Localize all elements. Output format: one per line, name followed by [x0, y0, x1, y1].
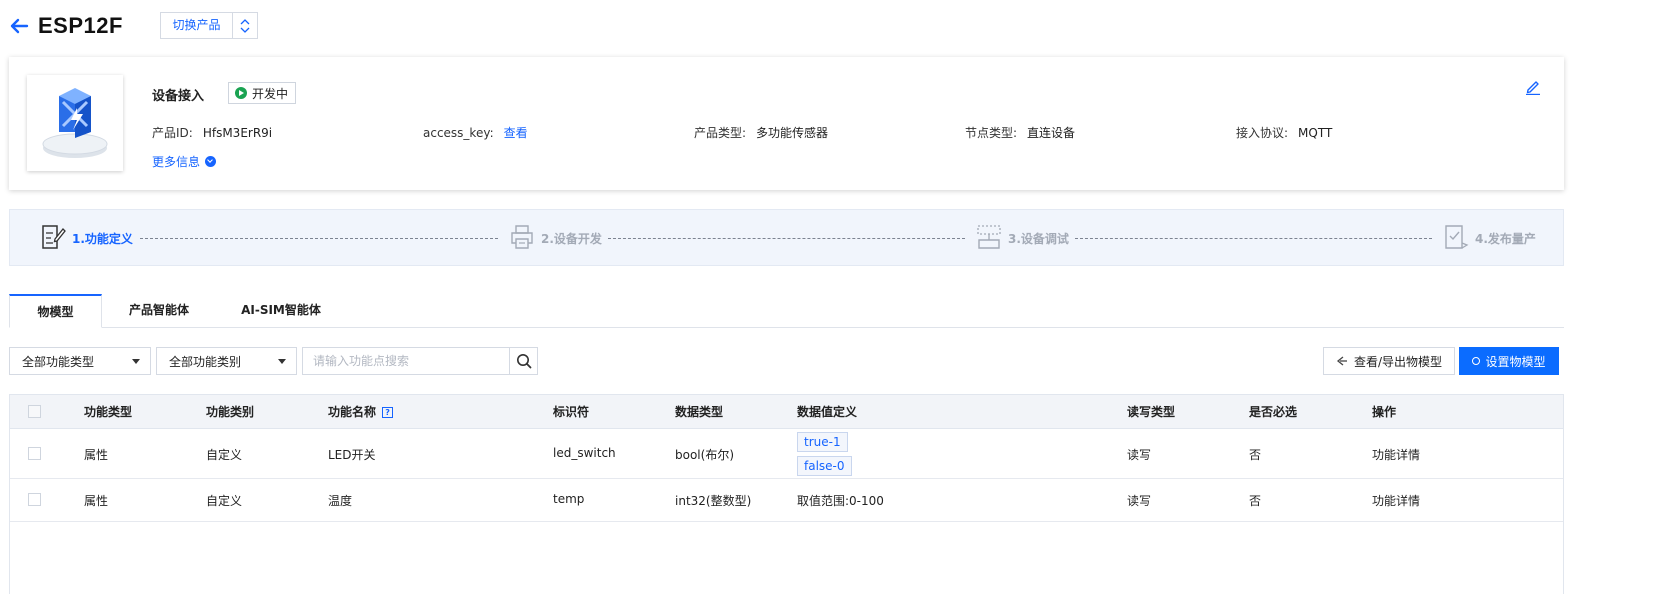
- column-header: 功能类别: [206, 405, 255, 419]
- step-define-functions[interactable]: 1.功能定义: [40, 210, 133, 267]
- row-checkbox[interactable]: [28, 493, 41, 506]
- select-all-checkbox[interactable]: [28, 405, 41, 418]
- pencil-icon[interactable]: [1524, 79, 1542, 98]
- function-table: 功能类型 功能类别 功能名称? 标识符 数据类型 数据值定义 读写类型 是否必选…: [9, 394, 1564, 594]
- function-detail-link[interactable]: 功能详情: [1372, 446, 1420, 463]
- step-device-development[interactable]: 2.设备开发: [509, 210, 602, 267]
- switch-product-control: 切换产品: [160, 12, 258, 39]
- checklist-icon: [1443, 223, 1469, 254]
- search-icon[interactable]: [509, 348, 537, 374]
- setup-model-button[interactable]: 设置物模型: [1459, 347, 1559, 375]
- row-checkbox[interactable]: [28, 447, 41, 460]
- switch-product-button[interactable]: 切换产品: [161, 13, 233, 38]
- tab-product-agent[interactable]: 产品智能体: [109, 294, 209, 328]
- export-icon: [1336, 355, 1348, 367]
- development-steps: 1.功能定义 2.设备开发 3.设备调试 4.发布量产: [9, 209, 1564, 266]
- table-header: 功能类型 功能类别 功能名称? 标识符 数据类型 数据值定义 读写类型 是否必选…: [10, 395, 1563, 429]
- step-connector: [140, 238, 498, 239]
- product-section-title: 设备接入: [152, 89, 205, 104]
- view-access-key-link[interactable]: 查看: [504, 126, 528, 140]
- search-input[interactable]: [303, 348, 509, 374]
- column-header: 数据类型: [675, 405, 724, 419]
- column-header: 标识符: [553, 405, 590, 419]
- help-icon[interactable]: ?: [382, 407, 394, 418]
- status-badge: 开发中: [228, 82, 297, 104]
- value-tag: true-1: [797, 432, 848, 452]
- field-product-id: 产品ID: HfsM3ErR9i: [152, 126, 273, 140]
- tab-ai-sim-agent[interactable]: AI-SIM智能体: [231, 294, 331, 328]
- function-type-select[interactable]: 全部功能类型: [9, 347, 151, 375]
- back-arrow-icon[interactable]: [8, 15, 30, 37]
- page-header: ESP12F 切换产品: [8, 12, 258, 40]
- column-header: 是否必选: [1249, 405, 1298, 419]
- step-release-production[interactable]: 4.发布量产: [1443, 210, 1536, 267]
- table-row: 属性 自定义 LED开关 led_switch bool(布尔) true-1 …: [10, 429, 1563, 479]
- tab-bar: 物模型 产品智能体 AI-SIM智能体: [9, 294, 1564, 328]
- column-header: 功能类型: [84, 405, 133, 419]
- product-image: [27, 75, 123, 171]
- document-edit-icon: [40, 223, 66, 254]
- field-protocol: 接入协议: MQTT: [1236, 126, 1333, 140]
- page-title: ESP12F: [38, 13, 123, 38]
- status-text: 开发中: [252, 86, 289, 101]
- field-node-type: 节点类型: 直连设备: [965, 126, 1076, 140]
- play-status-icon: [235, 87, 247, 99]
- column-header: 操作: [1372, 405, 1397, 419]
- column-header: 读写类型: [1127, 405, 1176, 419]
- field-access-key: access_key: 查看: [423, 126, 528, 140]
- setting-ring-icon: [1472, 357, 1481, 365]
- value-tag: false-0: [797, 456, 852, 476]
- function-detail-link[interactable]: 功能详情: [1372, 492, 1420, 509]
- tab-thing-model[interactable]: 物模型: [9, 294, 102, 328]
- chevron-up-down-icon[interactable]: [233, 13, 257, 38]
- debug-device-icon: [976, 223, 1002, 254]
- step-device-debug[interactable]: 3.设备调试: [976, 210, 1069, 267]
- more-info-link[interactable]: 更多信息: [152, 153, 217, 170]
- step-connector: [1075, 238, 1432, 239]
- step-connector: [608, 238, 965, 239]
- table-row: 属性 自定义 温度 temp int32(整数型) 取值范围:0-100 读写 …: [10, 479, 1563, 522]
- caret-down-icon: [278, 358, 286, 364]
- caret-down-icon: [132, 358, 140, 364]
- function-category-select[interactable]: 全部功能类别: [156, 347, 297, 375]
- column-header: 数据值定义: [797, 405, 858, 419]
- chevron-down-icon: [205, 156, 217, 167]
- product-info-card: 设备接入 开发中 产品ID: HfsM3ErR9i access_key: 查看 产…: [9, 57, 1564, 190]
- column-header: 功能名称?: [328, 395, 394, 429]
- printer-icon: [509, 223, 535, 254]
- field-product-type: 产品类型: 多功能传感器: [694, 126, 829, 140]
- view-export-model-button[interactable]: 查看/导出物模型: [1323, 347, 1455, 375]
- function-search: [302, 347, 538, 375]
